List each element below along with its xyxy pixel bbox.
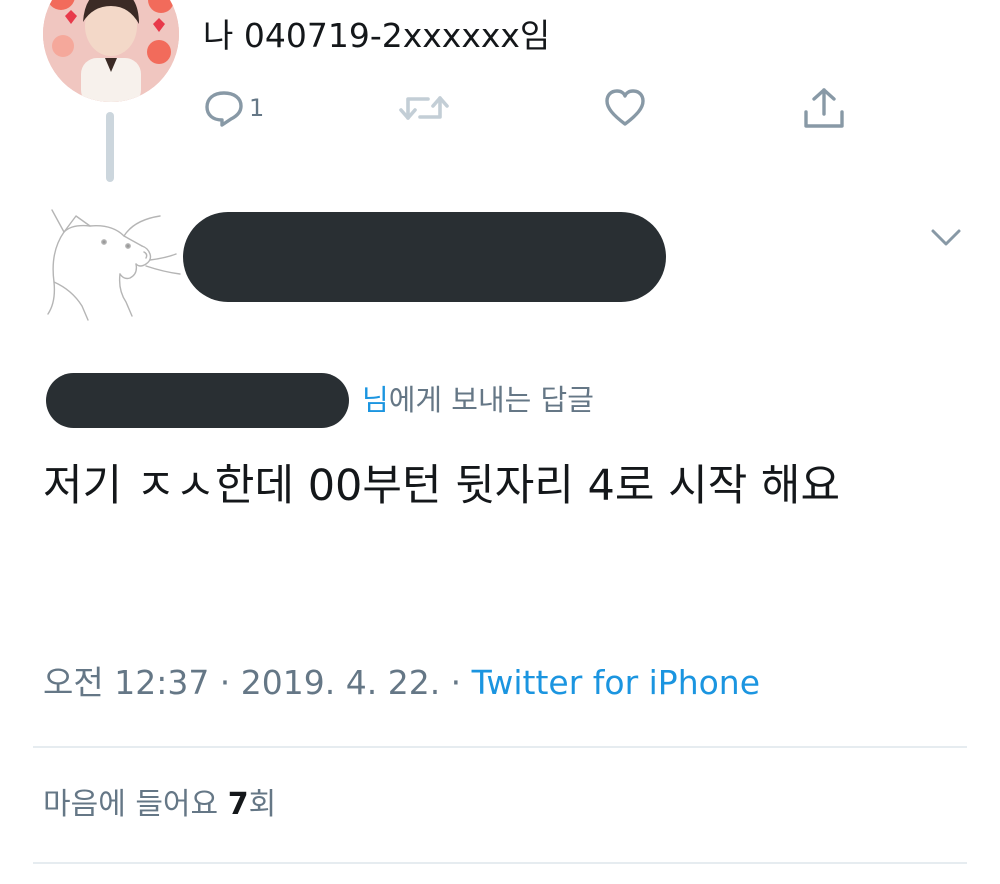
reply-to-suffix: 에게 보내는 답글 [388,383,594,417]
like-button[interactable] [603,84,647,132]
reply-button[interactable]: 1 [203,84,264,132]
redacted-reply-to-handle [46,373,349,428]
tweet-timestamp[interactable]: 오전 12:37 · 2019. 4. 22. · [43,663,472,702]
likes-label: 마음에 들어요 [43,787,228,822]
likes-suffix: 회 [248,787,277,822]
tweet-menu-button[interactable] [928,222,964,252]
retweet-button[interactable] [398,84,450,132]
share-button[interactable] [802,84,846,132]
likes-count: 7 [227,787,249,822]
avatar[interactable] [42,202,182,322]
parent-tweet-text: 나 040719-2xxxxxx임 [203,16,551,55]
tweet-text: 저기 ㅈㅅ한데 00부턴 뒷자리 4로 시작 해요 [43,461,841,511]
heart-icon [603,88,647,128]
replying-to-line: 님에게 보내는 답글 [362,380,594,420]
thread-connector [106,112,114,182]
redacted-display-name [183,212,666,302]
share-icon [802,86,846,130]
chevron-down-icon [928,229,964,256]
reply-to-mention[interactable]: 님 [362,383,389,417]
speech-bubble-icon [203,88,245,128]
retweet-icon [398,88,450,128]
profile-photo [43,0,179,102]
avatar[interactable] [43,0,179,102]
sketch-dog-avatar [47,209,181,321]
reply-count: 1 [249,94,265,122]
likes-summary[interactable]: 마음에 들어요 7회 [43,783,276,827]
tweet-source-link[interactable]: Twitter for iPhone [472,663,760,702]
tweet-metadata: 오전 12:37 · 2019. 4. 22. · Twitter for iP… [43,661,760,705]
divider [33,862,967,864]
divider [33,746,967,748]
